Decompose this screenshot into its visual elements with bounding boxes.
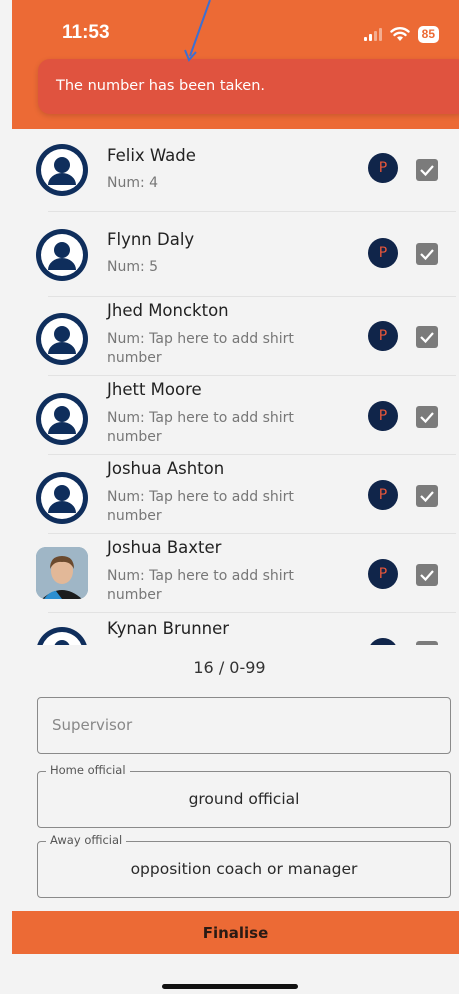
position-badge: P [368, 401, 398, 431]
player-number[interactable]: Num: 4 [107, 174, 327, 193]
away-official-label: Away official [46, 833, 127, 847]
player-number[interactable]: Num: Tap here to add shirt number [107, 488, 327, 526]
player-number[interactable]: Num: Tap here to add shirt number [107, 409, 327, 447]
player-name: Jhed Monckton [107, 301, 229, 320]
divider [48, 454, 456, 455]
person-icon [41, 149, 83, 191]
home-official-value: ground official [188, 790, 300, 808]
annotation-arrow-icon [184, 0, 211, 62]
player-name: Joshua Baxter [107, 538, 222, 557]
home-official-label: Home official [46, 763, 130, 777]
person-icon [41, 318, 83, 360]
wifi-icon [389, 27, 410, 41]
checkmark-icon [420, 570, 434, 582]
home-indicator[interactable] [162, 984, 298, 989]
position-badge: P [368, 559, 398, 589]
status-icons: 85 [363, 24, 439, 44]
player-checkbox[interactable] [416, 243, 438, 265]
position-badge: P [368, 153, 398, 183]
checkmark-icon [416, 641, 438, 645]
away-official-field[interactable]: Away official opposition coach or manage… [37, 833, 451, 898]
position-badge: P [368, 638, 398, 645]
checkmark-icon [420, 412, 434, 424]
away-official-value: opposition coach or manager [130, 860, 358, 878]
player-checkbox[interactable] [416, 159, 438, 181]
avatar [36, 393, 88, 445]
person-icon [41, 234, 83, 276]
player-checkbox[interactable] [416, 641, 438, 645]
player-name: Flynn Daly [107, 230, 195, 249]
person-icon [41, 398, 83, 440]
divider [48, 296, 456, 297]
error-toast[interactable]: The number has been taken. [38, 59, 459, 114]
divider [48, 612, 456, 613]
top-bar: 11:53 85 The number has been taken. [12, 0, 459, 129]
position-badge: P [368, 321, 398, 351]
avatar [36, 313, 88, 365]
divider [48, 211, 456, 212]
player-count: 16 / 0-99 [193, 658, 266, 677]
checkmark-icon [420, 332, 434, 344]
divider [48, 375, 456, 376]
checkmark-icon [420, 249, 434, 261]
player-name: Kynan Brunner [107, 619, 230, 638]
profile-photo-icon [36, 547, 88, 599]
position-badge: P [368, 238, 398, 268]
checkmark-icon [420, 491, 434, 503]
supervisor-field[interactable]: Supervisor [37, 697, 451, 754]
toast-message: The number has been taken. [56, 78, 266, 94]
divider [48, 533, 456, 534]
avatar-photo [36, 547, 88, 599]
player-name: Jhett Moore [107, 380, 202, 399]
battery-indicator: 85 [417, 25, 439, 43]
checkmark-icon [420, 165, 434, 177]
player-checkbox[interactable] [416, 564, 438, 586]
player-number[interactable]: Num: Tap here to add shirt number [107, 567, 327, 605]
position-badge: P [368, 480, 398, 510]
player-checkbox[interactable] [416, 326, 438, 348]
home-official-field[interactable]: Home official ground official [37, 763, 451, 828]
player-name: Joshua Ashton [107, 459, 225, 478]
person-icon [41, 477, 83, 519]
avatar [36, 627, 88, 645]
avatar [36, 144, 88, 196]
status-time: 11:53 [62, 22, 110, 43]
player-checkbox[interactable] [416, 485, 438, 507]
supervisor-placeholder: Supervisor [52, 716, 133, 734]
player-list[interactable]: Felix Wade Num: 4 P Flynn Daly Num: 5 P … [12, 129, 459, 645]
avatar [36, 229, 88, 281]
person-icon [42, 632, 82, 645]
signal-icon [363, 27, 382, 41]
player-name: Felix Wade [107, 146, 196, 165]
player-number[interactable]: Num: 5 [107, 258, 327, 277]
player-checkbox[interactable] [416, 406, 438, 428]
avatar [36, 472, 88, 524]
player-number[interactable]: Num: Tap here to add shirt number [107, 330, 327, 368]
finalise-button[interactable]: Finalise [12, 911, 459, 954]
